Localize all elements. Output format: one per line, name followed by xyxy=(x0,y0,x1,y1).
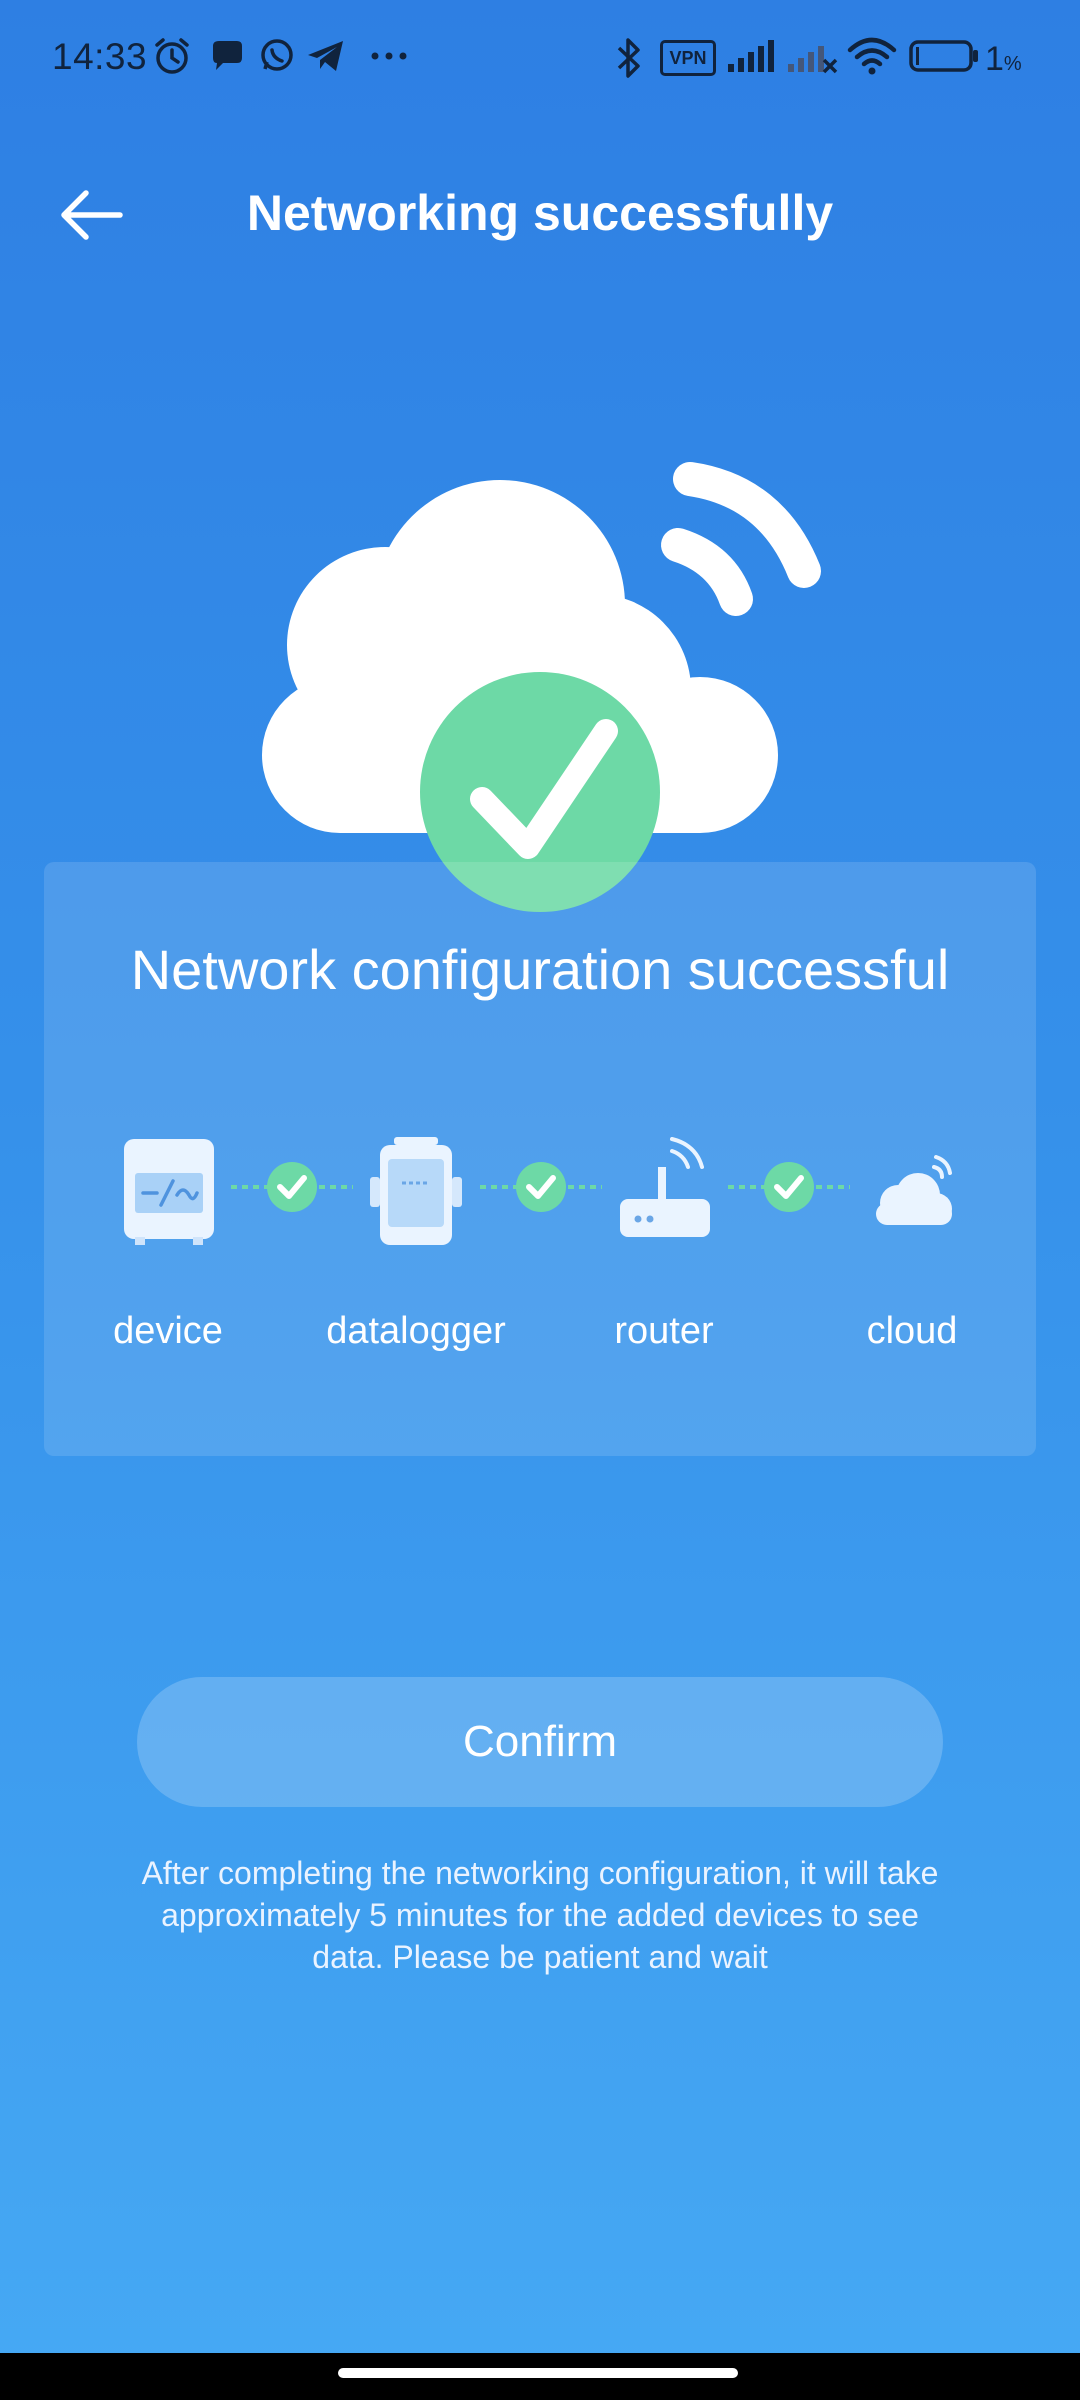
chat-icon xyxy=(213,41,242,70)
info-note: After completing the networking configur… xyxy=(141,1855,939,1975)
home-gesture-handle[interactable] xyxy=(338,2368,738,2378)
more-icon xyxy=(371,52,407,60)
battery-percent: 1% xyxy=(985,40,1022,78)
step-label-router: router xyxy=(614,1310,714,1352)
connector-device-datalogger xyxy=(231,1162,353,1212)
connector-router-cloud xyxy=(728,1162,850,1212)
router-icon xyxy=(620,1137,710,1237)
network-steps: device datalogger router cloud xyxy=(44,1137,1036,1352)
wifi-signal-icon xyxy=(661,462,821,616)
page-title: Networking successfully xyxy=(246,185,834,241)
cloud-small-icon xyxy=(876,1155,952,1225)
status-time: 14:33 xyxy=(52,36,148,77)
system-nav-bar xyxy=(0,2353,1080,2400)
step-label-cloud: cloud xyxy=(866,1310,958,1352)
signal-off-icon xyxy=(788,46,838,74)
hero-illustration xyxy=(262,462,821,912)
connector-datalogger-router xyxy=(480,1162,602,1212)
status-bar: 14:33 VPN 1% xyxy=(0,0,1080,115)
battery-icon xyxy=(909,40,978,72)
vpn-icon: VPN xyxy=(660,40,716,76)
step-label-datalogger: datalogger xyxy=(326,1310,506,1352)
telegram-icon xyxy=(308,41,343,71)
alarm-icon xyxy=(155,38,189,74)
card-title: Network configuration successful xyxy=(130,938,950,1001)
device-icon xyxy=(124,1139,214,1245)
whatsapp-icon xyxy=(261,39,293,71)
confirm-button[interactable]: Confirm xyxy=(137,1677,943,1807)
datalogger-icon xyxy=(370,1137,462,1245)
bluetooth-icon xyxy=(617,38,640,78)
wifi-icon xyxy=(847,37,897,75)
signal-icon xyxy=(728,40,774,72)
step-label-device: device xyxy=(113,1310,223,1352)
status-card: Network configuration successful device … xyxy=(44,862,1036,1456)
